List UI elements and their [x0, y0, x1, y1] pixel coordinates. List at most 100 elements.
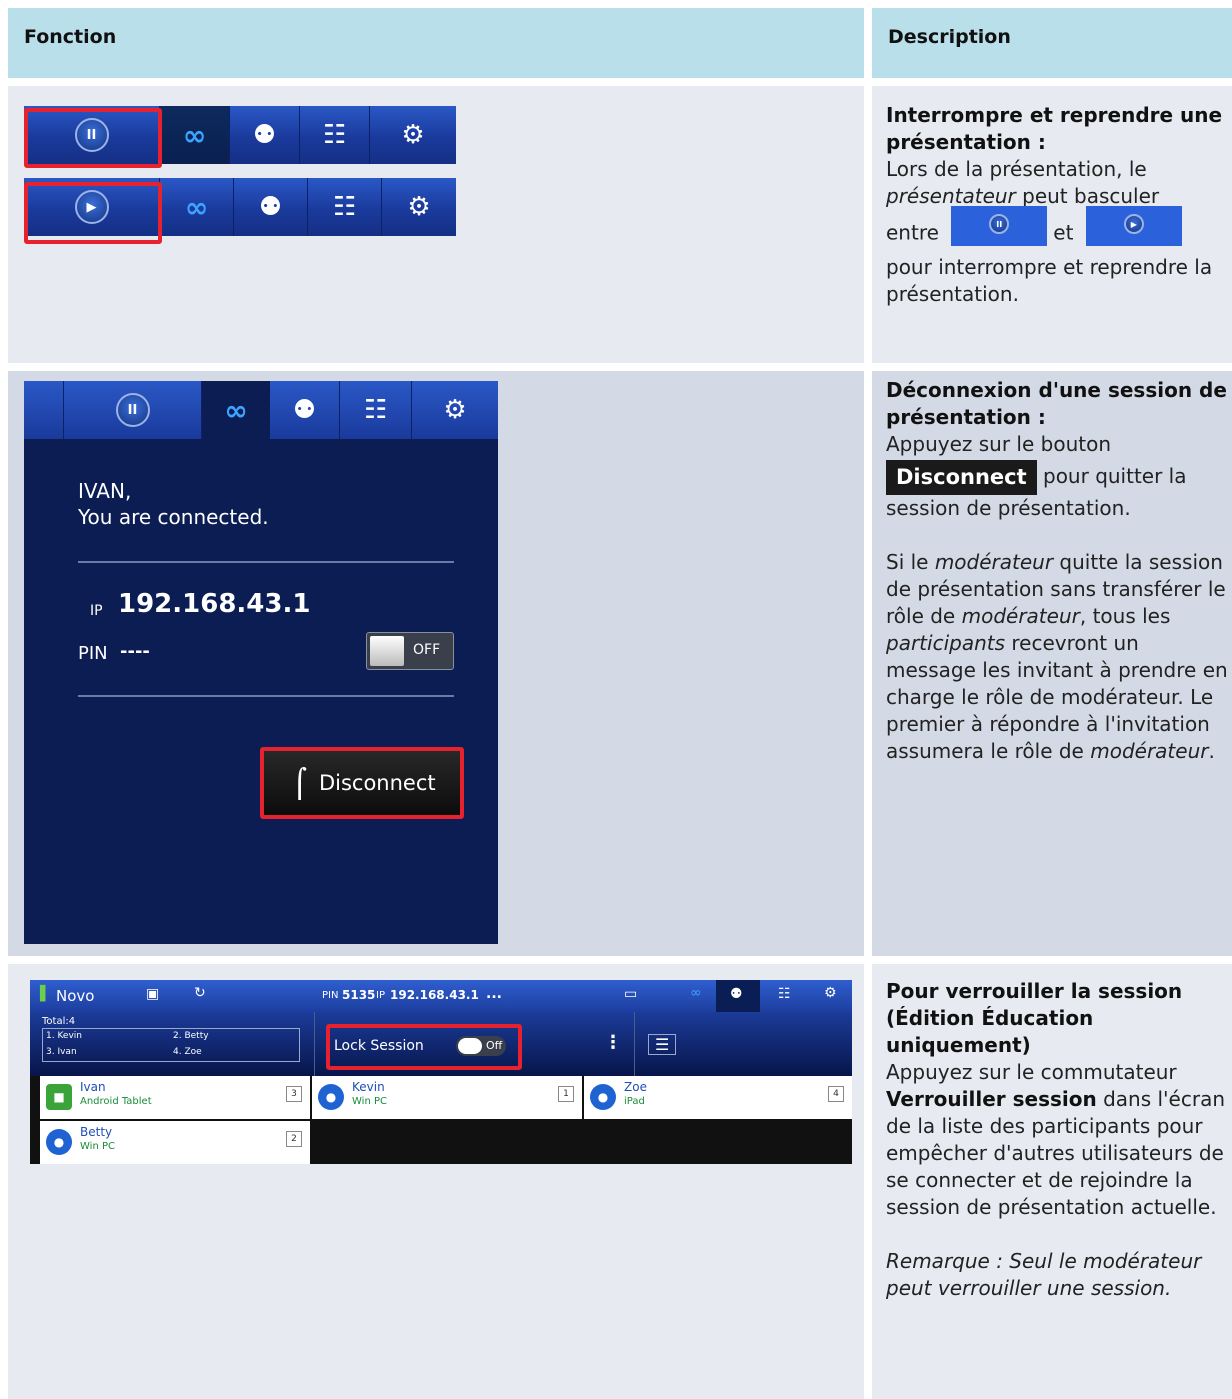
description-emphasis: participants — [886, 631, 1006, 655]
disconnect-button-inline: Disconnect — [886, 460, 1037, 495]
highlight-disconnect — [260, 747, 464, 819]
pause-icon: II — [989, 214, 1010, 234]
people-tab-active[interactable]: ⚉ — [716, 980, 760, 1012]
description-disconnect: Déconnexion d'une session de présentatio… — [886, 377, 1232, 765]
screen-icon[interactable]: ▣ — [146, 986, 159, 1002]
toolbar-spacer — [24, 381, 64, 439]
people-icon: ⚉ — [252, 120, 277, 150]
description-title: Pour verrouiller la session (Édition Édu… — [886, 979, 1183, 1057]
description-emphasis: modérateur — [934, 550, 1054, 574]
link-icon[interactable]: ∞ — [690, 985, 702, 1001]
people-icon: ⚉ — [292, 395, 317, 425]
presenter-slot[interactable]: 4 — [828, 1086, 844, 1102]
people-tab[interactable]: ⚉ — [270, 381, 340, 439]
pause-icon: II — [115, 393, 150, 427]
more-dots[interactable]: ... — [486, 986, 502, 1002]
participant-summary: 1. Kevin 2. Betty 3. Ivan 4. Zoe — [42, 1028, 300, 1062]
grid-icon: ☷ — [322, 120, 347, 150]
description-text: Appuyez sur le commutateur — [886, 1060, 1177, 1084]
participant-device: Win PC — [352, 1096, 387, 1107]
gear-icon: ⚙ — [407, 192, 431, 222]
grid-tab[interactable]: ☷ — [300, 106, 370, 164]
link-icon: ∞ — [182, 118, 207, 152]
description-emphasis: modérateur — [961, 604, 1080, 628]
description-lock-session: Pour verrouiller la session (Édition Édu… — [886, 978, 1232, 1302]
row-divider — [8, 363, 1232, 371]
summary-item: 3. Ivan — [46, 1047, 77, 1057]
presenter-slot[interactable]: 1 — [558, 1086, 574, 1102]
pause-button[interactable]: II — [64, 381, 202, 439]
novo-participants-screen: ▌ Novo ▣ ↻ PIN 5135 IP 192.168.43.1 ... … — [30, 980, 852, 1164]
grid-tab-2[interactable]: ☷ — [308, 178, 382, 236]
description-text: entre — [886, 220, 939, 245]
settings-tab[interactable]: ⚙ — [370, 106, 456, 164]
app-name: Novo — [56, 987, 95, 1005]
description-title: Déconnexion d'une session de présentatio… — [886, 378, 1227, 429]
participant-cards: ■ Ivan Android Tablet 3 ● Kevin Win PC 1… — [30, 1076, 852, 1164]
user-icon: ● — [46, 1129, 72, 1155]
link-tab[interactable]: ∞ — [202, 381, 270, 439]
novo-topbar: ▌ Novo ▣ ↻ PIN 5135 IP 192.168.43.1 ... … — [30, 980, 852, 1012]
divider — [78, 695, 454, 697]
people-icon: ⚉ — [258, 192, 283, 222]
menu-dots-icon[interactable]: ⋮ — [604, 1032, 622, 1053]
description-text: pour interrompre et reprendre la présent… — [886, 255, 1213, 306]
toggle-state: OFF — [413, 642, 441, 658]
user-icon: ● — [318, 1084, 344, 1110]
column-divider — [864, 8, 872, 1399]
summary-item: 2. Betty — [173, 1031, 209, 1041]
participant-name: Zoe — [624, 1080, 647, 1094]
presenter-slot[interactable]: 3 — [286, 1086, 302, 1102]
people-tab[interactable]: ⚉ — [230, 106, 300, 164]
pin-toggle[interactable]: OFF — [366, 632, 454, 670]
link-tab-2[interactable]: ∞ — [160, 178, 234, 236]
participant-card[interactable]: ● Kevin Win PC 1 — [312, 1076, 582, 1119]
pause-button-inline: II — [951, 206, 1048, 246]
participant-name: Betty — [80, 1125, 113, 1139]
description-title: Interrompre et reprendre une présentatio… — [886, 103, 1223, 154]
ip-address: 192.168.43.1 — [118, 589, 311, 619]
connection-status: You are connected. — [78, 505, 269, 529]
highlight-pause — [24, 108, 162, 168]
presenter-slot[interactable]: 2 — [286, 1131, 302, 1147]
settings-tab-2[interactable]: ⚙ — [382, 178, 456, 236]
description-text: et — [1053, 220, 1074, 245]
participant-card[interactable]: ● Betty Win PC 2 — [40, 1121, 310, 1164]
grid-tab[interactable]: ☷ — [340, 381, 412, 439]
participant-card[interactable]: ■ Ivan Android Tablet 3 — [40, 1076, 310, 1119]
people-tab-2[interactable]: ⚉ — [234, 178, 308, 236]
pin-label: PIN — [322, 990, 339, 1001]
description-text: Appuyez sur le bouton — [886, 432, 1111, 456]
highlight-play — [24, 182, 162, 244]
settings-tab[interactable]: ⚙ — [412, 381, 498, 439]
description-text: . — [1208, 739, 1215, 763]
display-icon[interactable]: ▭ — [624, 986, 637, 1002]
ip-label: IP — [90, 603, 103, 619]
header-function-label: Fonction — [24, 26, 117, 48]
people-icon: ⚉ — [730, 986, 743, 1002]
play-button-inline: ▶ — [1085, 206, 1182, 246]
gear-icon: ⚙ — [401, 120, 425, 150]
highlight-lock — [326, 1024, 522, 1070]
link-icon: ∞ — [184, 190, 209, 224]
panel-toolbar: II ∞ ⚉ ☷ ⚙ — [24, 381, 498, 439]
gear-icon[interactable]: ⚙ — [824, 985, 837, 1001]
description-text: peut basculer — [1015, 184, 1160, 208]
link-tab[interactable]: ∞ — [160, 106, 230, 164]
pin-value: ---- — [120, 641, 150, 662]
header-function: Fonction — [8, 8, 864, 78]
gear-icon: ⚙ — [443, 395, 467, 425]
ip-label: IP — [376, 990, 385, 1001]
description-text: Si le — [886, 550, 935, 574]
participant-card[interactable]: ● Zoe iPad 4 — [584, 1076, 852, 1119]
participant-device: Android Tablet — [80, 1096, 152, 1107]
list-icon[interactable]: ☰ — [648, 1034, 677, 1055]
refresh-icon[interactable]: ↻ — [194, 985, 206, 1001]
description-emphasis: modérateur — [1090, 739, 1209, 763]
divider — [78, 561, 454, 563]
grid-icon[interactable]: ☷ — [778, 986, 791, 1002]
grid-icon: ☷ — [363, 395, 388, 425]
link-icon: ∞ — [224, 393, 248, 427]
description-emphasis: présentateur — [886, 184, 1016, 208]
grid-icon: ☷ — [332, 192, 357, 222]
